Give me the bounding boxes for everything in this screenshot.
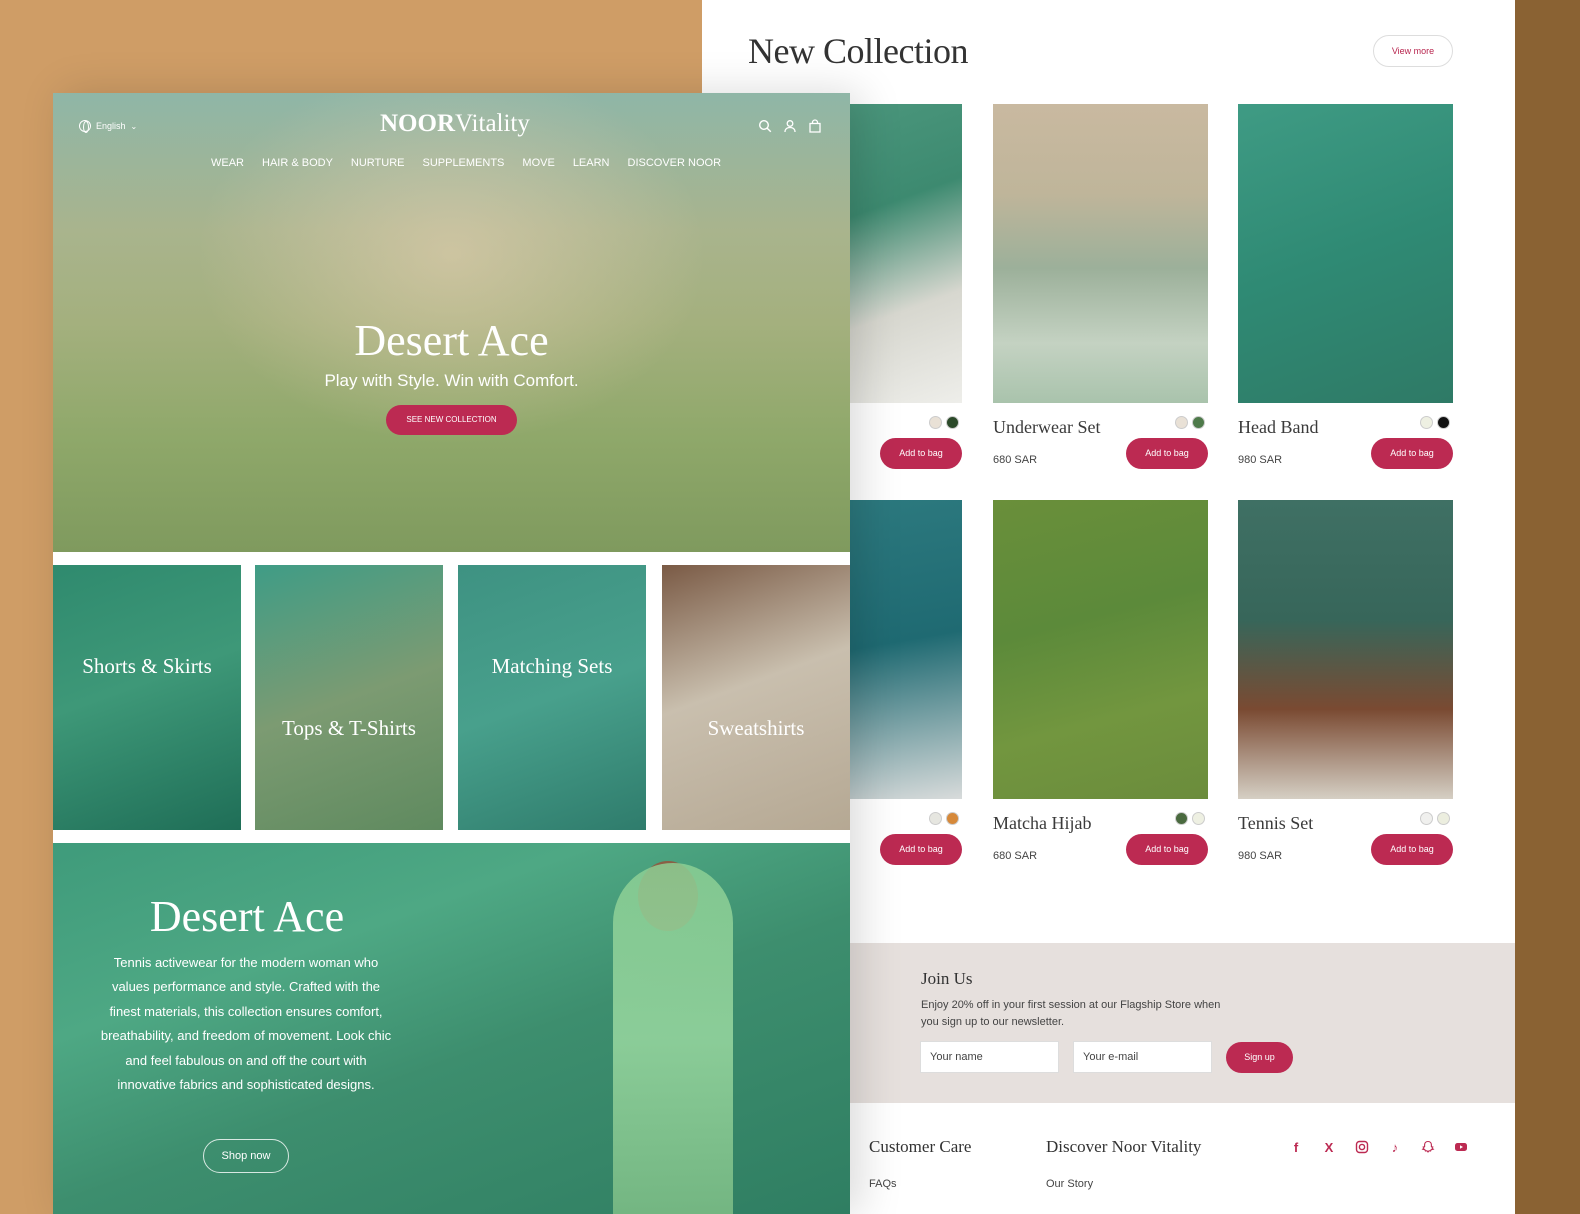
- color-swatch[interactable]: [1420, 416, 1433, 429]
- customer-care-title: Customer Care: [869, 1137, 972, 1156]
- color-swatch[interactable]: [946, 812, 959, 825]
- product-price: 680 SAR: [993, 850, 1038, 862]
- category-tile[interactable]: Sweatshirts: [662, 565, 850, 830]
- hero-title: Desert Ace: [354, 316, 549, 365]
- product-price: 980 SAR: [1238, 454, 1283, 466]
- x-icon[interactable]: X: [1321, 1140, 1337, 1156]
- user-icon[interactable]: [783, 119, 797, 133]
- newsletter-text: Enjoy 20% off in your first session at o…: [921, 999, 1221, 1028]
- nav-item-hair-body[interactable]: HAIR & BODY: [262, 157, 333, 169]
- nav-item-wear[interactable]: WEAR: [211, 157, 244, 169]
- feature-banner: Desert Ace Tennis activewear for the mod…: [53, 843, 850, 1214]
- logo[interactable]: NOORVitality: [380, 110, 530, 138]
- home-page: English ⌄ NOORVitality WEAR HAIR & BODY …: [53, 93, 850, 1214]
- color-swatch[interactable]: [1192, 812, 1205, 825]
- snapchat-icon[interactable]: [1420, 1140, 1436, 1156]
- search-icon[interactable]: [758, 119, 772, 133]
- add-to-bag-button[interactable]: Add to bag: [1371, 834, 1453, 865]
- product-name: Underwear Set: [993, 417, 1101, 437]
- nav-item-move[interactable]: MOVE: [522, 157, 554, 169]
- product-image[interactable]: [1238, 500, 1453, 799]
- tiktok-icon[interactable]: ♪: [1387, 1140, 1403, 1156]
- facebook-icon[interactable]: f: [1288, 1140, 1304, 1156]
- add-to-bag-button[interactable]: Add to bag: [1371, 438, 1453, 469]
- instagram-icon[interactable]: [1354, 1140, 1370, 1156]
- product-name: Head Band: [1238, 417, 1319, 437]
- category-tile[interactable]: Matching Sets: [458, 565, 646, 830]
- hero-subtitle: Play with Style. Win with Comfort.: [324, 371, 579, 390]
- model-figure: [613, 863, 733, 1214]
- product-image[interactable]: [1238, 104, 1453, 403]
- add-to-bag-button[interactable]: Add to bag: [880, 834, 962, 865]
- language-label: English: [96, 121, 126, 131]
- bag-icon[interactable]: [808, 119, 822, 133]
- language-selector[interactable]: English ⌄: [79, 120, 138, 133]
- see-new-collection-button[interactable]: SEE NEW COLLECTION: [386, 405, 517, 435]
- nav-item-supplements[interactable]: SUPPLEMENTS: [422, 157, 504, 169]
- product-image[interactable]: [993, 500, 1208, 799]
- category-label: Shorts & Skirts: [82, 654, 212, 678]
- globe-icon: [79, 120, 91, 133]
- banner-title: Desert Ace: [149, 892, 345, 941]
- nav-item-learn[interactable]: LEARN: [573, 157, 610, 169]
- chevron-down-icon: ⌄: [130, 121, 138, 131]
- product-image[interactable]: [993, 104, 1208, 403]
- shop-now-button[interactable]: Shop now: [203, 1139, 289, 1173]
- color-swatch[interactable]: [946, 416, 959, 429]
- faqs-link[interactable]: FAQs: [869, 1178, 897, 1190]
- add-to-bag-button[interactable]: Add to bag: [880, 438, 962, 469]
- name-field[interactable]: Your name: [920, 1041, 1059, 1073]
- nav-item-nurture[interactable]: NURTURE: [351, 157, 405, 169]
- category-label: Tops & T-Shirts: [282, 716, 416, 740]
- category-tile[interactable]: Tops & T-Shirts: [255, 565, 443, 830]
- color-swatch[interactable]: [1175, 812, 1188, 825]
- hero-section: English ⌄ NOORVitality WEAR HAIR & BODY …: [53, 93, 850, 552]
- color-swatch[interactable]: [929, 812, 942, 825]
- color-swatch[interactable]: [929, 416, 942, 429]
- youtube-icon[interactable]: [1453, 1140, 1469, 1156]
- signup-button[interactable]: Sign up: [1226, 1042, 1293, 1073]
- nav-item-discover-noor[interactable]: DISCOVER NOOR: [628, 157, 722, 169]
- color-swatch[interactable]: [1437, 812, 1450, 825]
- email-field[interactable]: Your e-mail: [1073, 1041, 1212, 1073]
- logo-bold: NOOR: [380, 110, 455, 137]
- newsletter-title: Join Us: [921, 969, 973, 988]
- add-to-bag-button[interactable]: Add to bag: [1126, 834, 1208, 865]
- discover-title: Discover Noor Vitality: [1046, 1137, 1202, 1156]
- our-story-link[interactable]: Our Story: [1046, 1178, 1093, 1190]
- color-swatch[interactable]: [1437, 416, 1450, 429]
- product-name: Matcha Hijab: [993, 813, 1092, 833]
- collection-title: New Collection: [748, 31, 968, 71]
- banner-text: Tennis activewear for the modern woman w…: [100, 955, 392, 1093]
- view-more-button[interactable]: View more: [1373, 35, 1453, 67]
- logo-light: Vitality: [455, 110, 530, 137]
- category-label: Matching Sets: [491, 654, 613, 678]
- color-swatch[interactable]: [1420, 812, 1433, 825]
- product-price: 680 SAR: [993, 454, 1038, 466]
- color-swatch[interactable]: [1192, 416, 1205, 429]
- category-label: Sweatshirts: [707, 716, 805, 740]
- category-tile[interactable]: Shorts & Skirts: [53, 565, 241, 830]
- product-name: Tennis Set: [1238, 813, 1314, 833]
- color-swatch[interactable]: [1175, 416, 1188, 429]
- background-strip: [1515, 0, 1580, 1214]
- add-to-bag-button[interactable]: Add to bag: [1126, 438, 1208, 469]
- main-nav: WEAR HAIR & BODY NURTURE SUPPLEMENTS MOV…: [211, 157, 739, 169]
- product-price: 980 SAR: [1238, 850, 1283, 862]
